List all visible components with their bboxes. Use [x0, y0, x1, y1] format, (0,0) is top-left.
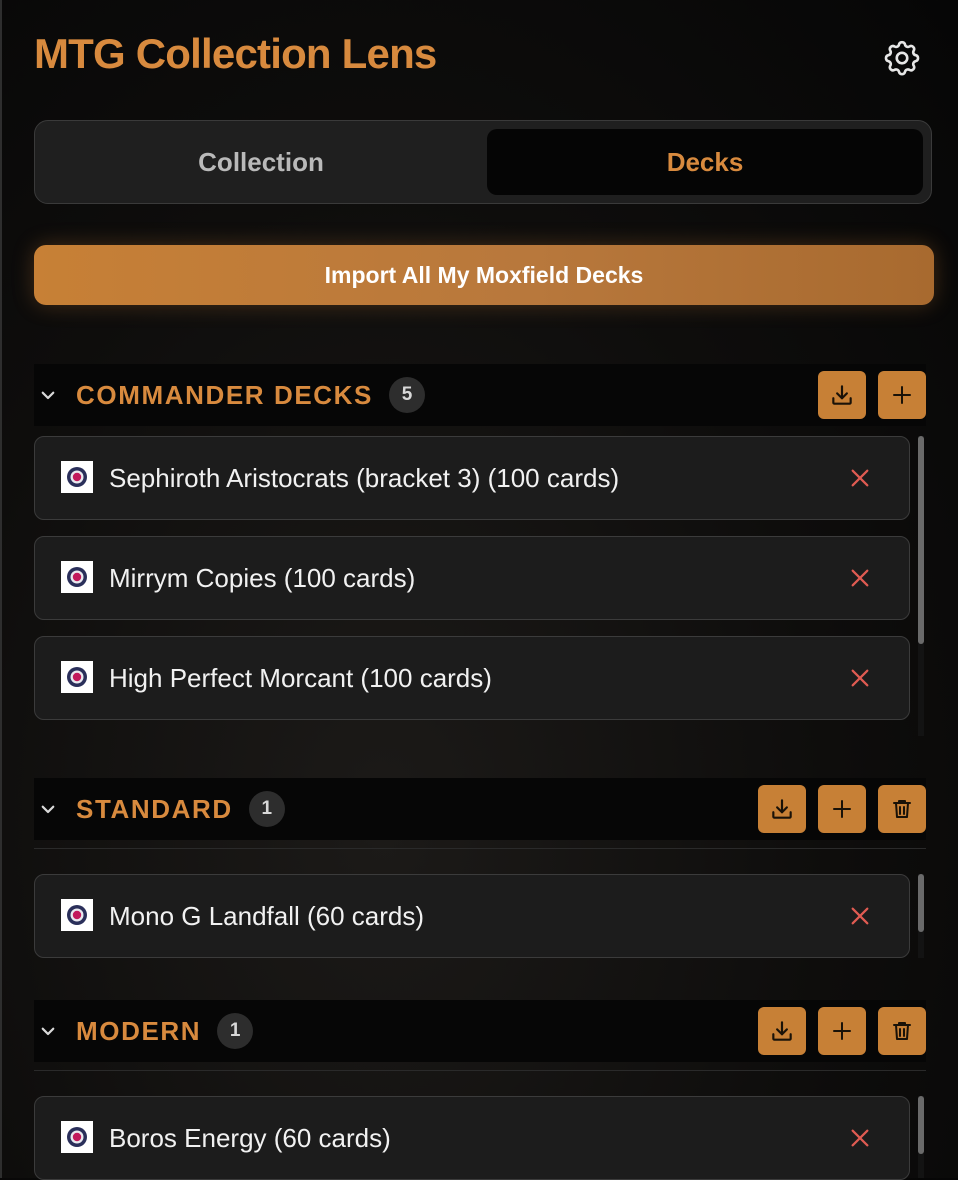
- delete-section-button[interactable]: [878, 785, 926, 833]
- section-divider: [34, 1070, 926, 1071]
- deck-row[interactable]: Boros Energy (60 cards): [34, 1096, 910, 1180]
- tab-collection[interactable]: Collection: [43, 129, 479, 195]
- close-icon: [851, 469, 869, 487]
- close-icon: [851, 1129, 869, 1147]
- delete-section-button[interactable]: [878, 1007, 926, 1055]
- remove-deck-button[interactable]: [845, 563, 875, 593]
- collapse-toggle[interactable]: [36, 797, 60, 821]
- section-header-standard: STANDARD 1: [34, 778, 926, 840]
- download-icon: [832, 385, 852, 405]
- deck-count-badge: 1: [248, 791, 285, 827]
- download-deck-button[interactable]: [758, 1007, 806, 1055]
- moxfield-logo-icon: [61, 461, 93, 493]
- deck-row[interactable]: Mirrym Copies (100 cards): [34, 536, 910, 620]
- settings-button[interactable]: [876, 32, 928, 84]
- remove-deck-button[interactable]: [845, 463, 875, 493]
- remove-deck-button[interactable]: [845, 663, 875, 693]
- app-title: MTG Collection Lens: [34, 30, 437, 77]
- window-edge: [0, 0, 2, 1178]
- deck-name: High Perfect Morcant (100 cards): [109, 662, 492, 693]
- import-moxfield-decks-button[interactable]: Import All My Moxfield Decks: [34, 245, 934, 305]
- add-deck-button[interactable]: [818, 785, 866, 833]
- remove-deck-button[interactable]: [845, 1123, 875, 1153]
- section-title: MODERN: [76, 1015, 202, 1046]
- scrollbar-thumb[interactable]: [918, 874, 924, 932]
- trash-icon: [893, 800, 911, 818]
- remove-deck-button[interactable]: [845, 901, 875, 931]
- deck-count-badge: 5: [389, 377, 425, 413]
- deck-name: Boros Energy (60 cards): [109, 1122, 391, 1153]
- add-deck-button[interactable]: [878, 371, 926, 419]
- download-deck-button[interactable]: [758, 785, 806, 833]
- add-deck-button[interactable]: [818, 1007, 866, 1055]
- moxfield-logo-icon: [61, 561, 93, 593]
- scrollbar-thumb[interactable]: [918, 1096, 924, 1154]
- download-icon: [772, 799, 792, 819]
- chevron-down-icon: [41, 1027, 55, 1036]
- plus-icon: [833, 800, 851, 818]
- download-deck-button[interactable]: [818, 371, 866, 419]
- view-tabs: Collection Decks: [34, 120, 932, 204]
- deck-row[interactable]: High Perfect Morcant (100 cards): [34, 636, 910, 720]
- section-divider: [34, 848, 926, 849]
- moxfield-logo-icon: [61, 899, 93, 931]
- section-title: COMMANDER DECKS: [76, 379, 373, 410]
- deck-name: Sephiroth Aristocrats (bracket 3) (100 c…: [109, 462, 620, 493]
- section-header-commander: COMMANDER DECKS 5: [34, 364, 926, 426]
- chevron-down-icon: [41, 391, 55, 400]
- moxfield-logo-icon: [61, 1121, 93, 1153]
- section-title: STANDARD: [76, 793, 233, 824]
- collapse-toggle[interactable]: [36, 1019, 60, 1043]
- collapse-toggle[interactable]: [36, 383, 60, 407]
- plus-icon: [893, 386, 911, 404]
- close-icon: [851, 569, 869, 587]
- chevron-down-icon: [41, 805, 55, 814]
- moxfield-logo-icon: [61, 661, 93, 693]
- deck-name: Mirrym Copies (100 cards): [109, 562, 416, 593]
- scrollbar-thumb[interactable]: [918, 436, 924, 644]
- deck-row[interactable]: Sephiroth Aristocrats (bracket 3) (100 c…: [34, 436, 910, 520]
- gear-icon: [884, 40, 920, 76]
- section-header-modern: MODERN 1: [34, 1000, 926, 1062]
- download-icon: [772, 1021, 792, 1041]
- plus-icon: [833, 1022, 851, 1040]
- close-icon: [851, 669, 869, 687]
- trash-icon: [893, 1022, 911, 1040]
- tab-decks[interactable]: Decks: [487, 129, 923, 195]
- deck-name: Mono G Landfall (60 cards): [109, 900, 425, 931]
- deck-count-badge: 1: [217, 1013, 254, 1049]
- deck-row[interactable]: Mono G Landfall (60 cards): [34, 874, 910, 958]
- close-icon: [851, 907, 869, 925]
